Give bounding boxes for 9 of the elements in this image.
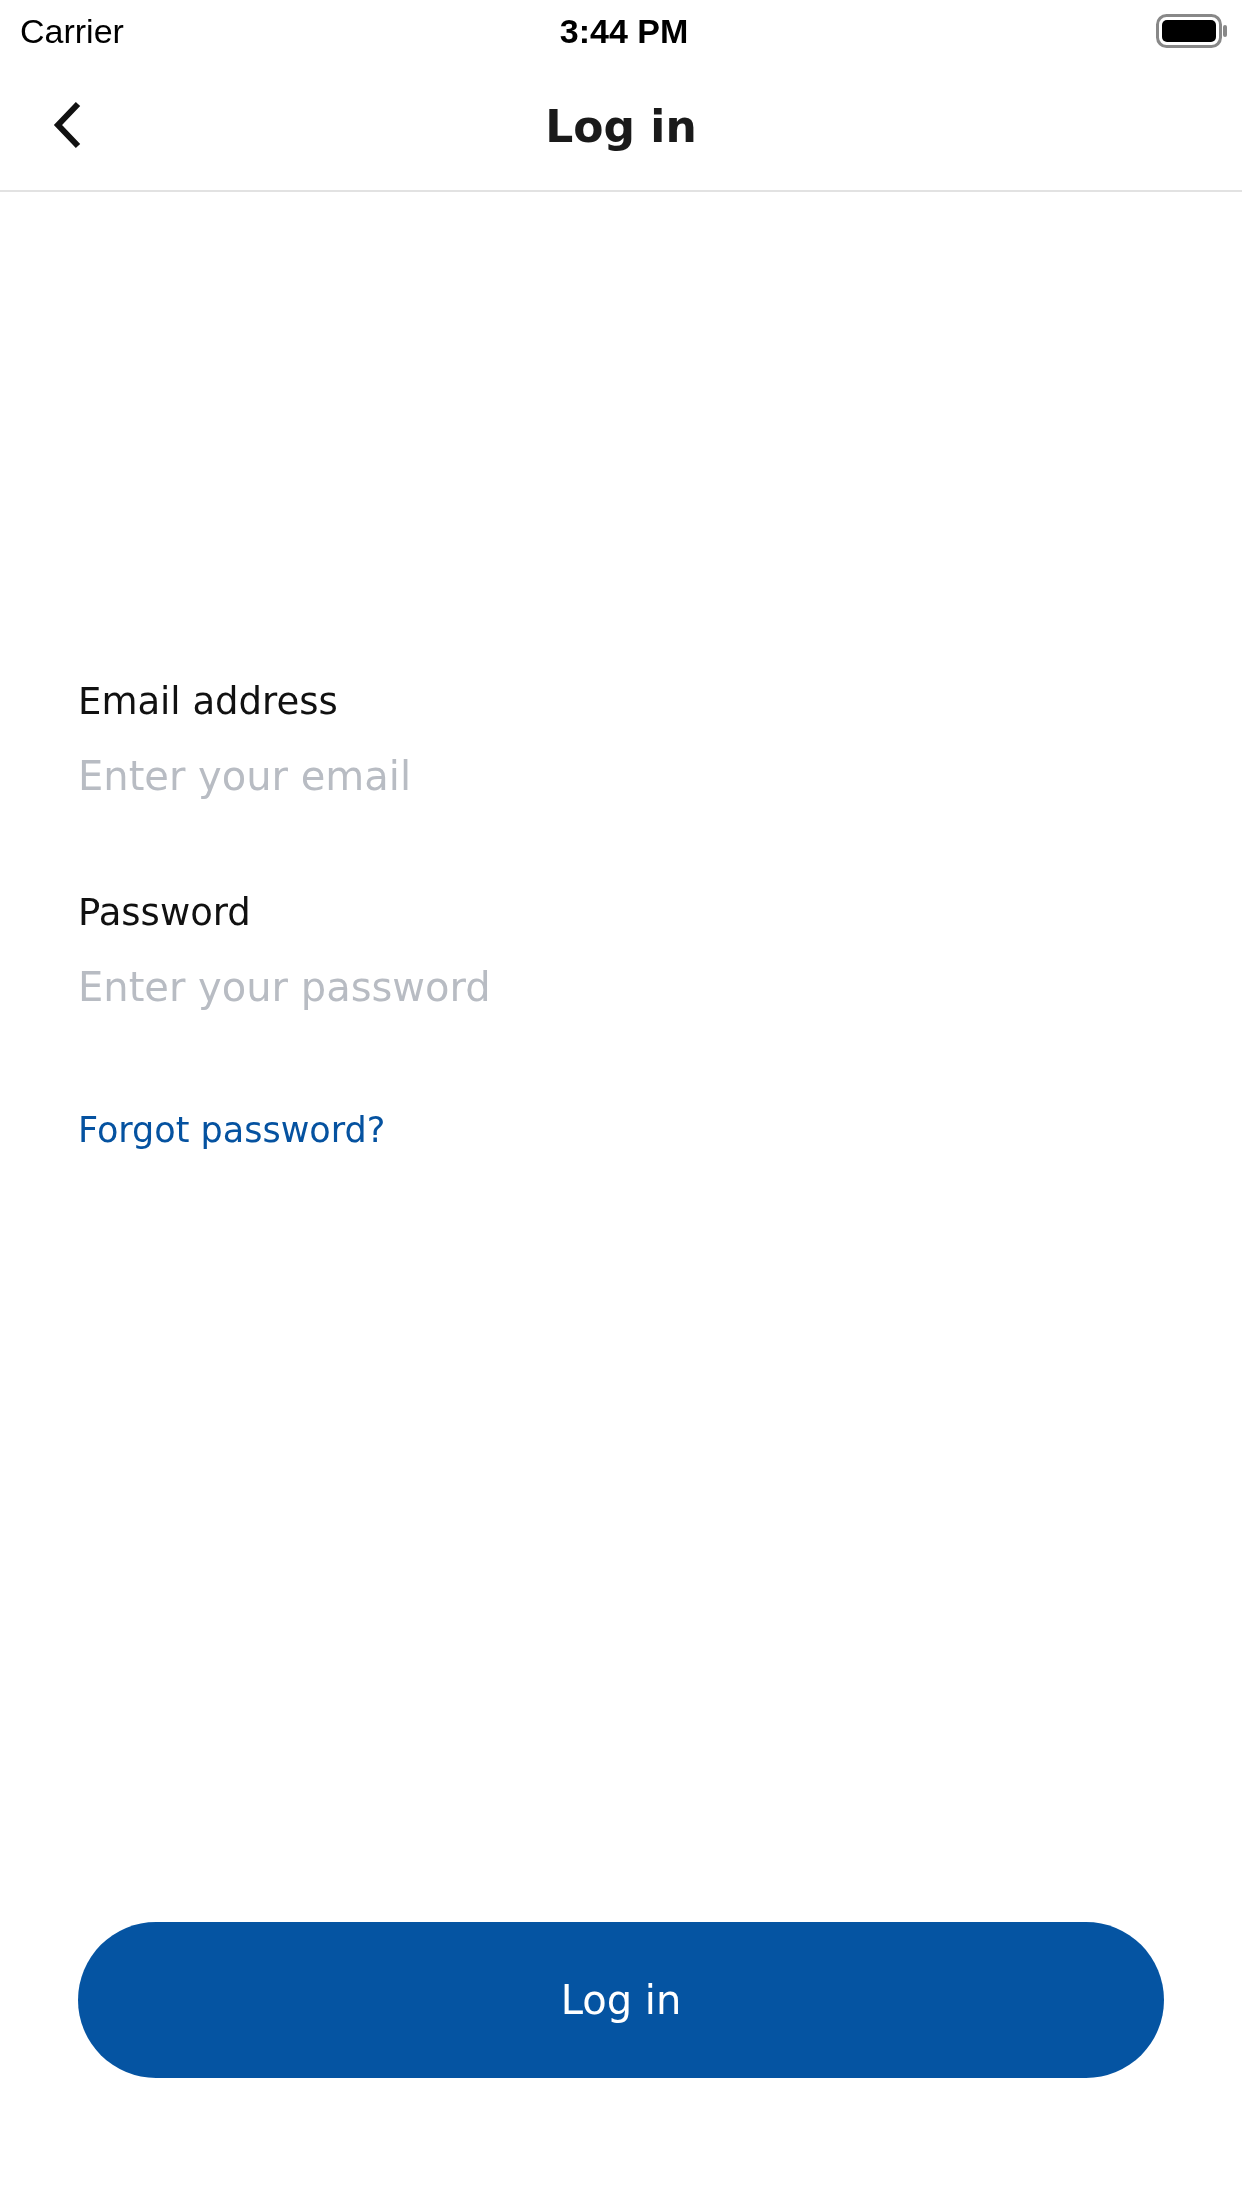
back-icon[interactable]: [52, 100, 82, 150]
login-button[interactable]: Log in: [78, 1922, 1164, 2078]
forgot-password-link[interactable]: Forgot password?: [78, 1110, 386, 1150]
battery-icon: [1156, 14, 1228, 48]
field-label: Password: [78, 891, 252, 934]
screen-title: Log in: [545, 100, 697, 152]
carrier-name: Carrier: [20, 11, 124, 51]
clock-time: 3:44 PM: [559, 11, 689, 51]
field-label: Email address: [78, 680, 339, 723]
